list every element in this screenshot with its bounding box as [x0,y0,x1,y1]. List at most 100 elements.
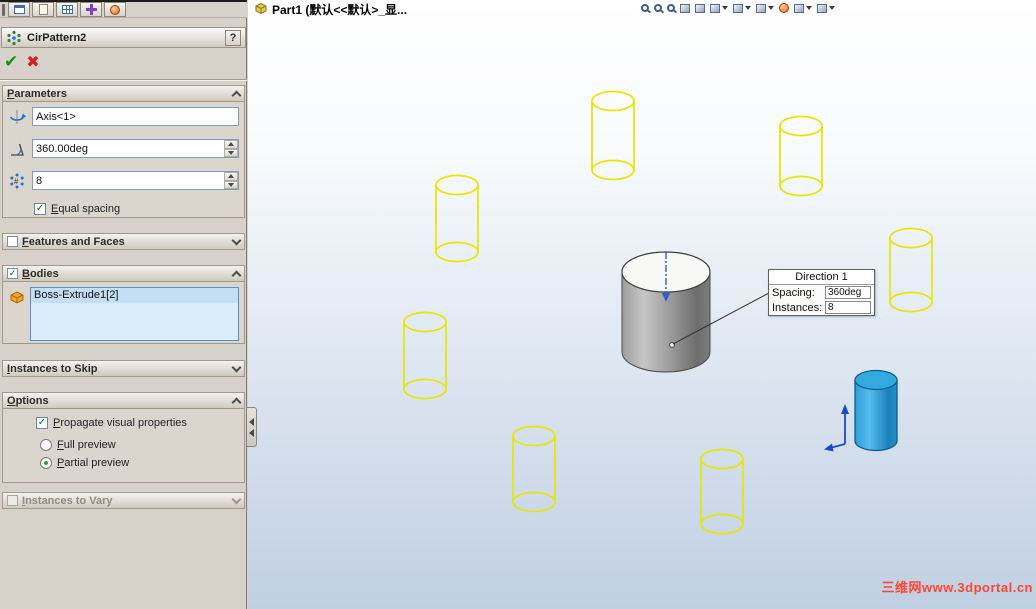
property-manager-actions [4,50,40,74]
section-view-button[interactable] [694,1,706,15]
features-and-faces-checkbox[interactable] [7,236,18,247]
options-body: Propagate visual properties Full preview… [2,409,245,483]
previous-view-icon [680,3,690,13]
dropdown-caret-icon [745,6,751,10]
pattern-axis-field[interactable] [32,107,239,126]
document-title: Part1 (默认<<默认>_显... [254,1,407,18]
zoom-in-out-icon [667,4,675,12]
callout-title: Direction 1 [769,270,874,285]
svg-text:#: # [14,177,19,186]
pattern-angle-field[interactable] [32,139,239,158]
help-button[interactable]: ? [225,29,241,46]
zoom-fit-button[interactable] [640,1,650,15]
property-manager-panel: CirPattern2 ? Parameters [0,0,247,609]
spacing-label: Spacing: [772,286,815,299]
design-table-button[interactable] [56,2,78,17]
collapse-chevron-icon [231,397,242,408]
full-preview-radio[interactable] [40,439,52,451]
spinner-up-icon[interactable] [224,140,238,149]
count-spinner[interactable] [224,172,238,189]
equal-spacing-checkbox[interactable] [34,203,46,215]
zoom-in-out-button[interactable] [666,1,676,15]
cancel-button[interactable] [26,52,39,72]
annotation-button[interactable] [32,2,54,17]
instances-value-field[interactable]: 8 [825,301,871,314]
property-manager-titlebar: CirPattern2 ? [1,27,246,48]
bodies-header[interactable]: Bodies [2,265,245,282]
parameters-body: # Equal spacing [2,102,245,218]
instances-to-vary-checkbox[interactable] [7,495,18,506]
angle-spinner[interactable] [224,140,238,157]
dropdown-caret-icon [768,6,774,10]
spinner-down-icon[interactable] [224,148,238,157]
ok-button[interactable] [4,52,18,72]
toolbar-grip[interactable] [2,3,5,16]
move-button[interactable] [80,2,102,17]
pattern-angle-icon [8,140,26,158]
display-style-button[interactable] [732,1,752,15]
panel-collapse-handle[interactable] [247,407,257,447]
instances-to-skip-header[interactable]: Instances to Skip [2,360,245,377]
instances-label: Instances: [772,301,823,314]
bodies-body: Boss-Extrude1[2] [2,282,245,344]
view-settings-icon [817,3,827,13]
document-title-text: Part1 (默认<<默认>_显... [272,3,408,17]
apply-scene-icon [794,3,804,13]
list-item[interactable]: Boss-Extrude1[2] [31,288,238,303]
hide-show-items-button[interactable] [755,1,775,15]
instances-to-vary-section: Instances to Vary [2,492,245,509]
circular-pattern-icon [6,30,22,46]
instances-to-skip-section: Instances to Skip [2,360,245,377]
instance-count-field[interactable] [32,171,239,190]
collapse-chevron-icon [231,270,242,281]
options-title: Options [7,394,49,407]
seed-body-cylinder[interactable] [854,369,898,452]
appearance-icon [110,4,120,15]
property-manager-title: CirPattern2 [27,31,87,44]
parameters-title: Parameters [7,87,67,100]
preview-cylinder [435,174,479,263]
dropdown-caret-icon [722,6,728,10]
partial-preview-radio[interactable] [40,457,52,469]
design-table-icon [61,5,73,14]
zoom-area-icon [654,4,662,12]
propagate-visual-properties-checkbox[interactable] [36,417,48,429]
edit-appearance-icon [779,3,789,13]
instances-to-skip-title: Instances to Skip [7,362,98,375]
app-toolbar [0,0,247,18]
appearance-button[interactable] [104,2,126,17]
display-style-icon [733,3,743,13]
features-and-faces-title: Features and Faces [22,235,125,248]
preview-cylinder [889,227,933,313]
view-orientation-button[interactable] [709,1,729,15]
bodies-selection-listbox[interactable]: Boss-Extrude1[2] [30,287,239,341]
expand-chevron-icon [231,362,242,372]
zoom-fit-icon [641,4,649,12]
part-icon [254,1,268,18]
partial-preview-label: Partial preview [57,457,130,469]
edit-appearance-button[interactable] [778,1,790,15]
apply-scene-button[interactable] [793,1,813,15]
options-header[interactable]: Options [2,392,245,409]
pattern-source-cylinder[interactable] [621,251,711,373]
view-settings-button[interactable] [816,1,836,15]
spinner-up-icon[interactable] [224,172,238,181]
scene-canvas[interactable] [248,0,1036,609]
previous-view-button[interactable] [679,1,691,15]
zoom-area-button[interactable] [653,1,663,15]
bodies-checkbox[interactable] [7,268,18,279]
dropdown-caret-icon [806,6,812,10]
spinner-down-icon[interactable] [224,180,238,189]
preview-cylinder [403,311,447,400]
window-button[interactable] [8,2,30,17]
pattern-callout: Direction 1 Spacing: 360deg Instances: 8 [768,269,875,316]
window-icon [13,5,25,14]
collapse-left-arrow-icon [249,428,254,437]
parameters-header[interactable]: Parameters [2,85,245,102]
instance-count-icon: # [8,172,26,190]
graphics-viewport[interactable]: Part1 (默认<<默认>_显... Direction 1 Spacing:… [248,0,1036,609]
spacing-value-field[interactable]: 360deg [825,286,871,299]
features-and-faces-header[interactable]: Features and Faces [2,233,245,250]
move-icon [85,4,97,15]
instances-to-vary-header[interactable]: Instances to Vary [2,492,245,509]
